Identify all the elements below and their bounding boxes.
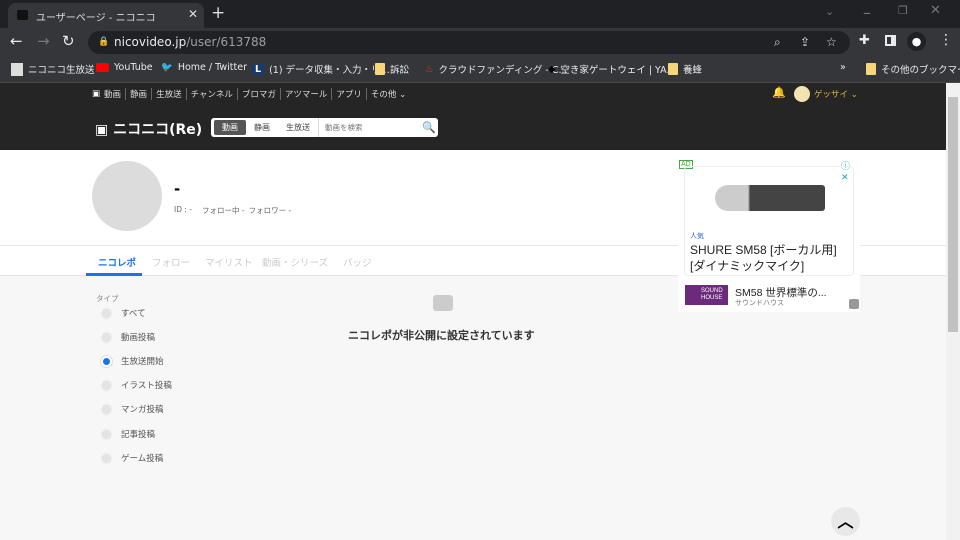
site-nav: ▣ 動画 静画 生放送 チャンネル ブロマガ アツマール アプリ その他 ⌄ — [92, 88, 406, 100]
filter-option[interactable]: イラスト投稿 — [101, 379, 172, 391]
filter-option[interactable]: ゲーム投稿 — [101, 452, 163, 464]
back-icon[interactable]: ← — [10, 32, 23, 50]
tab-follow[interactable]: フォロー — [152, 255, 190, 269]
address-bar[interactable]: 🔒 nicovideo.jp/user/613788 ⌕ ⇪ ☆ — [88, 31, 850, 54]
site-header: ▣ 動画 静画 生放送 チャンネル ブロマガ アツマール アプリ その他 ⌄ 🔔 ゲッサイ ⌄… — [0, 83, 946, 150]
nav-item[interactable]: アツマール — [279, 88, 327, 100]
url-domain: nicovideo.jp — [114, 35, 187, 49]
bookmark-item[interactable]: ニコニコ生放送 — [11, 62, 95, 76]
scrollbar-thumb[interactable] — [948, 97, 958, 332]
crowdfunding-icon: ♨ — [425, 63, 434, 75]
tab-nicorepo[interactable]: ニコレポ — [98, 255, 136, 269]
ad-title[interactable]: SHURE SM58 [ボーカル用] [ダイナミックマイク] — [690, 242, 850, 274]
share-icon[interactable]: ⇪ — [800, 31, 810, 54]
niconico-live-icon — [11, 62, 23, 76]
akiya-icon: ◆ — [548, 63, 556, 75]
profile-id: ID : - — [174, 205, 192, 214]
avatar[interactable] — [794, 86, 810, 102]
scrollbar[interactable] — [946, 83, 960, 540]
window-close-icon[interactable]: ✕ — [930, 3, 941, 18]
side-panel-icon[interactable] — [885, 35, 896, 46]
logo[interactable]: ▣ ニコニコ(Re) — [95, 119, 202, 139]
profile-name: - — [174, 180, 181, 198]
extensions-icon[interactable]: ✚ — [859, 33, 870, 48]
nav-item[interactable]: 動画 — [104, 88, 121, 100]
bookmark-item[interactable]: ◆ 空き家ゲートウェイ | YA... — [548, 62, 676, 77]
followers-count[interactable]: フォロワー - — [249, 205, 292, 216]
tab-videos-series[interactable]: 動画・シリーズ — [262, 255, 328, 269]
bell-icon[interactable]: 🔔 — [772, 86, 786, 99]
browser-toolbar: ← → ↻ 🔒 nicovideo.jp/user/613788 ⌕ ⇪ ☆ ✚… — [0, 28, 960, 56]
minimize-icon[interactable]: – — [863, 3, 871, 22]
filter-option[interactable]: 動画投稿 — [101, 331, 155, 343]
nav-item[interactable]: ブロマガ — [236, 88, 276, 100]
tab-mylist[interactable]: マイリスト — [205, 255, 253, 269]
folder-icon — [668, 63, 678, 75]
bookmark-item[interactable]: 訴訟 — [375, 62, 409, 76]
bookmark-item[interactable]: ♨ クラウドファンディング - C... — [425, 62, 568, 77]
folder-icon — [866, 63, 876, 75]
close-tab-icon[interactable]: ✕ — [188, 7, 198, 21]
nav-item[interactable]: その他 ⌄ — [365, 88, 406, 100]
scroll-to-top-button[interactable]: ︿ — [831, 507, 860, 536]
url-path: /user/613788 — [186, 35, 267, 49]
twitter-icon: 🐦 — [161, 62, 173, 73]
microphone-image — [715, 185, 825, 211]
soundhouse-logo: SOUND HOUSE — [685, 285, 728, 305]
search-tab-live[interactable]: 生放送 — [278, 120, 318, 135]
bookmark-item[interactable]: 養蜂 — [668, 62, 702, 76]
filter-label: タイプ — [96, 294, 119, 303]
nav-item[interactable]: アプリ — [331, 88, 362, 100]
tab-badge[interactable]: バッジ — [343, 255, 372, 269]
bookmark-item[interactable]: YouTube — [96, 62, 153, 73]
filter-option[interactable]: マンガ投稿 — [101, 403, 164, 415]
profile-avatar — [92, 161, 162, 231]
user-menu[interactable]: ゲッサイ ⌄ — [814, 88, 858, 100]
menu-icon[interactable]: ⋮ — [939, 32, 953, 48]
lock-icon: 🔒 — [98, 37, 110, 47]
ad-advertiser: サウンドハウス — [735, 300, 784, 307]
filter-option[interactable]: すべて — [101, 307, 146, 319]
browser-tab[interactable]: ユーザーページ - ニコニコ ✕ — [8, 3, 204, 28]
bookmark-star-icon[interactable]: ☆ — [826, 31, 837, 54]
nav-item[interactable]: 生放送 — [151, 88, 182, 100]
ad-tag: 人気 — [690, 233, 704, 240]
new-tab-button[interactable]: + — [211, 3, 225, 23]
bookmarks-bar: ニコニコ生放送 YouTube 🐦 Home / Twitter L (1) データ… — [0, 56, 960, 83]
search-input[interactable] — [318, 118, 418, 137]
nav-item[interactable]: チャンネル — [185, 88, 233, 100]
other-bookmarks[interactable]: その他のブックマーク — [866, 62, 960, 76]
tv-icon[interactable]: ▣ — [92, 89, 100, 99]
ad-options-icon[interactable] — [849, 299, 859, 309]
private-message: ニコレポが非公開に設定されています — [348, 329, 535, 342]
l-icon: L — [252, 63, 265, 75]
browser-tab-bar: ユーザーページ - ニコニコ ✕ + ⌄ – ❐ ✕ — [0, 0, 960, 28]
tab-title: ユーザーページ - ニコニコ — [36, 13, 156, 24]
bookmark-item[interactable]: 🐦 Home / Twitter — [161, 62, 247, 73]
reload-icon[interactable]: ↻ — [62, 32, 75, 50]
restore-icon[interactable]: ❐ — [898, 4, 908, 17]
active-tab-indicator — [86, 273, 142, 276]
search-tab-seiga[interactable]: 静画 — [246, 120, 278, 135]
ad-banner[interactable]: AD ⓘ ✕ 人気 SHURE SM58 [ボーカル用] [ダイナミックマイク]… — [678, 158, 860, 312]
folder-icon — [375, 63, 385, 75]
search-icon[interactable]: 🔍 — [422, 121, 436, 134]
filter-option[interactable]: 生放送開始 — [101, 355, 164, 367]
following-count[interactable]: フォロー中 - — [202, 205, 245, 216]
forward-icon[interactable]: → — [37, 32, 50, 50]
favicon-icon — [17, 10, 28, 20]
youtube-icon — [96, 63, 109, 72]
search-tab-video[interactable]: 動画 — [214, 120, 246, 135]
nav-item[interactable]: 静画 — [125, 88, 147, 100]
profile-icon[interactable]: ● — [907, 32, 926, 51]
filter-option[interactable]: 記事投稿 — [101, 428, 155, 440]
zoom-icon[interactable]: ⌕ — [774, 31, 781, 54]
tab-search-icon[interactable]: ⌄ — [825, 5, 834, 18]
tv-icon — [433, 295, 453, 311]
search-box: 動画 静画 生放送 🔍 — [211, 118, 438, 137]
bookmark-item[interactable]: L (1) データ収集・入力・リ... — [252, 62, 390, 76]
bookmarks-overflow[interactable]: » — [840, 62, 846, 73]
